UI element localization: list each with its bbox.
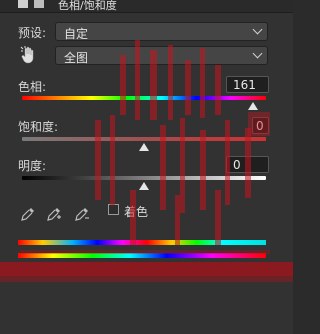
hand-icon[interactable] — [20, 46, 36, 64]
input-color-bar — [18, 240, 266, 245]
chevron-down-icon — [252, 48, 263, 59]
preset-label: 预设: — [18, 26, 47, 40]
output-color-bar — [18, 253, 266, 258]
saturation-label: 饱和度: — [18, 120, 59, 134]
channel-select[interactable]: 全图 — [55, 46, 268, 65]
hue-saturation-panel: 色相/饱和度 预设: 自定 全图 色相: 161 饱和度: 0 明度: 0 着色 — [0, 0, 293, 334]
hue-slider-track[interactable] — [22, 96, 266, 100]
chevron-down-icon — [252, 24, 263, 35]
hue-value: 161 — [233, 78, 256, 92]
saturation-slider-thumb[interactable] — [139, 143, 149, 151]
panel-title-bar: 色相/饱和度 — [0, 0, 293, 13]
saturation-slider-track[interactable] — [22, 137, 266, 141]
lightness-slider-track[interactable] — [22, 176, 266, 180]
channel-value: 全图 — [64, 51, 89, 65]
mask-icon — [34, 0, 44, 8]
colorize-checkbox[interactable] — [108, 204, 119, 215]
preset-select[interactable]: 自定 — [55, 22, 268, 41]
colorize-label: 着色 — [124, 205, 149, 219]
eyedropper-plus-icon[interactable] — [46, 206, 62, 222]
hue-label: 色相: — [18, 80, 47, 94]
saturation-value: 0 — [256, 119, 264, 133]
lightness-input[interactable]: 0 — [226, 156, 269, 173]
preset-value: 自定 — [64, 27, 89, 41]
lightness-label: 明度: — [18, 159, 47, 173]
hue-input[interactable]: 161 — [226, 76, 269, 93]
hue-slider-thumb[interactable] — [248, 102, 259, 110]
adjustment-icon — [18, 0, 28, 8]
lightness-value: 0 — [233, 158, 241, 172]
lightness-slider-thumb[interactable] — [139, 182, 149, 190]
saturation-input[interactable]: 0 — [252, 117, 269, 134]
eyedropper-icon[interactable] — [20, 206, 36, 222]
panel-title: 色相/饱和度 — [58, 0, 117, 12]
eyedropper-minus-icon[interactable] — [74, 206, 90, 222]
